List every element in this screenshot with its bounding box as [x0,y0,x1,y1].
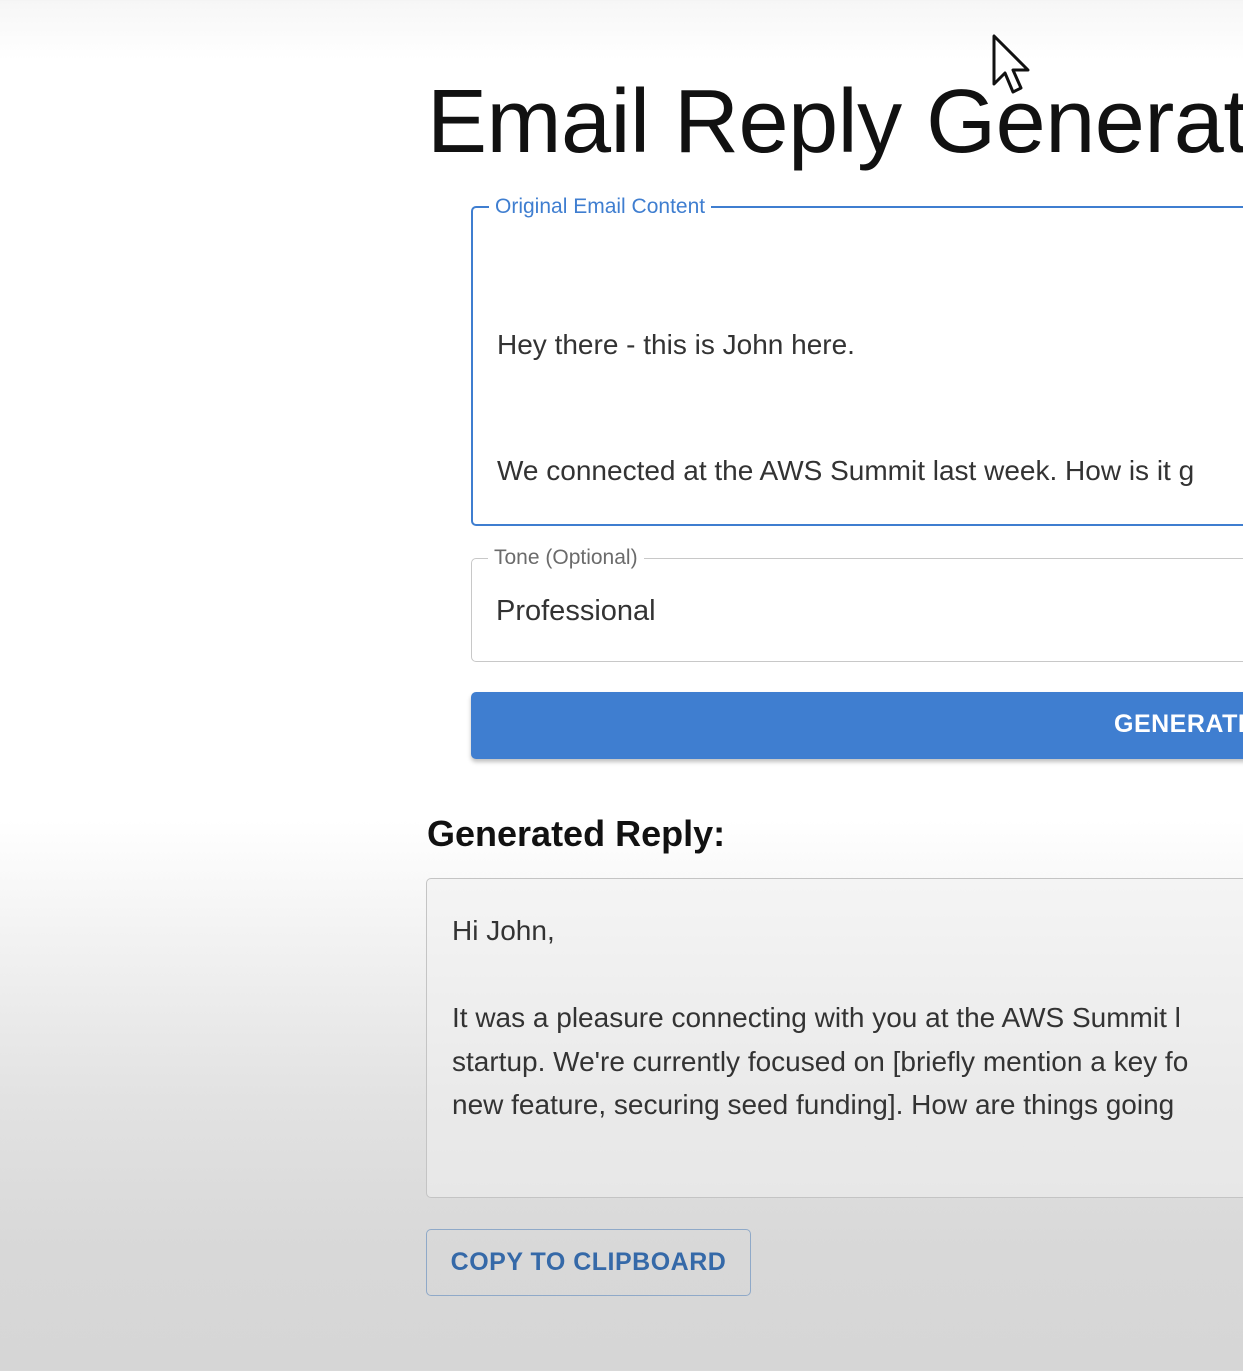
generated-reply-heading: Generated Reply: [427,813,726,854]
tone-field[interactable]: Tone (Optional) Professional [471,547,1243,662]
page-title: Email Reply Generato [427,72,1243,172]
generate-button-label: GENERATE [1114,710,1243,738]
tone-label: Tone (Optional) [494,546,638,569]
reply-line: Hi John, [452,915,555,946]
original-email-label: Original Email Content [495,195,706,218]
copy-to-clipboard-button[interactable]: COPY TO CLIPBOARD [426,1229,751,1296]
generate-button[interactable]: GENERATE [471,692,1243,759]
tone-input[interactable]: Professional [496,591,1243,631]
reply-line: startup. We're currently focused on [bri… [452,1045,1189,1077]
mouse-pointer-icon [992,34,1030,94]
reply-line: It was a pleasure connecting with you at… [452,1002,1181,1033]
email-line: Hey there - this is John here. [497,329,855,360]
original-email-textarea[interactable]: Hey there - this is John here. We connec… [497,240,1243,576]
reply-line: new feature, securing seed funding]. How… [452,1089,1175,1120]
email-line: We connected at the AWS Summit last week… [497,455,1195,486]
reply-line [452,953,1243,997]
generated-reply-box[interactable]: Hi John, It was a pleasure connecting wi… [426,878,1243,1198]
original-email-field[interactable]: Original Email Content Hey there - this … [471,196,1243,526]
